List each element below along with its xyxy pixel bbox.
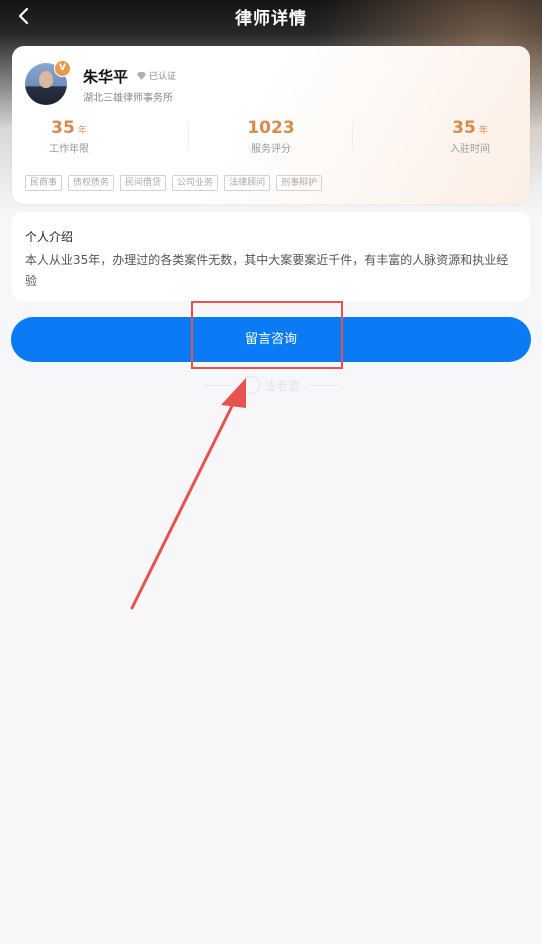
- annotation-arrow-icon: [130, 378, 246, 610]
- lawyer-detail-page: 律师详情 V 朱华平 已认证 湖北三雄律师事务所 35 年 工作年限 1023 服…: [0, 0, 542, 944]
